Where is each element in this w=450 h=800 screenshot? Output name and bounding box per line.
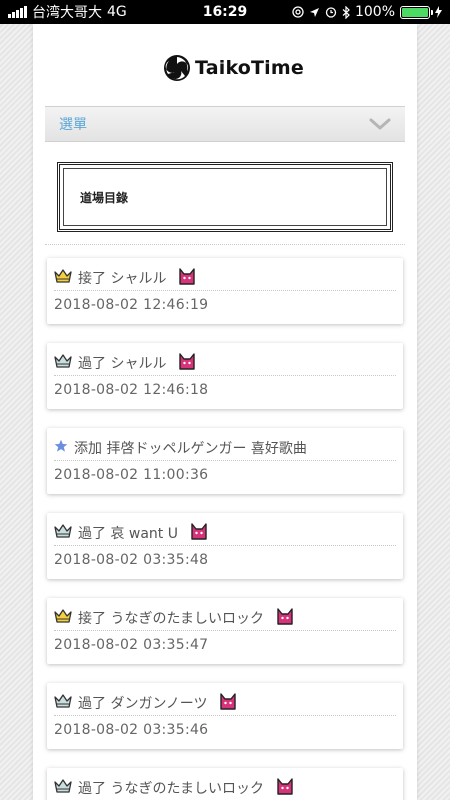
activity-card[interactable]: 接了 うなぎのたましいロック 2018-08-02 03:35:47 <box>47 598 403 664</box>
activity-card[interactable]: 過了 うなぎのたましいロック <box>47 768 403 800</box>
activity-timestamp: 2018-08-02 03:35:47 <box>54 637 209 653</box>
oni-cat-icon <box>276 607 294 629</box>
taikotime-logo[interactable]: TaikoTime <box>163 54 304 82</box>
activity-timestamp: 2018-08-02 03:35:48 <box>54 552 209 568</box>
activity-text: 添加 拝啓ドッペルゲンガー 喜好歌曲 <box>74 440 307 457</box>
activity-header: 過了 哀 want U <box>54 520 396 546</box>
silver-crown-icon <box>54 778 72 798</box>
activity-card[interactable]: 過了 哀 want U 2018-08-02 03:35:48 <box>47 513 403 579</box>
signal-icon <box>8 6 27 18</box>
taiko-drum-icon <box>164 55 190 81</box>
dojo-list-label: 道場目錄 <box>80 190 129 205</box>
activity-card[interactable]: 添加 拝啓ドッペルゲンガー 喜好歌曲 2018-08-02 11:00:36 <box>47 428 403 494</box>
activity-header: 接了 うなぎのたましいロック <box>54 605 396 631</box>
silver-crown-icon <box>54 523 72 543</box>
activity-text: 過了 シャルル <box>78 355 167 372</box>
activity-text: 過了 うなぎのたましいロック <box>78 780 265 797</box>
activity-timestamp: 2018-08-02 12:46:19 <box>54 297 209 313</box>
oni-cat-icon <box>190 522 208 544</box>
bluetooth-icon <box>342 5 350 19</box>
at-sign-icon <box>292 6 304 18</box>
alarm-clock-icon <box>325 7 337 18</box>
silver-crown-icon <box>54 693 72 713</box>
network-type: 4G <box>107 4 127 20</box>
battery-icon <box>400 5 433 19</box>
oni-cat-icon <box>219 692 237 714</box>
oni-cat-icon <box>178 267 196 289</box>
gold-crown-icon <box>54 268 72 288</box>
activity-header: 添加 拝啓ドッペルゲンガー 喜好歌曲 <box>54 435 396 461</box>
gold-crown-icon <box>54 608 72 628</box>
oni-cat-icon <box>276 777 294 799</box>
activity-header: 接了 シャルル <box>54 265 396 291</box>
silver-crown-icon <box>54 353 72 373</box>
activity-header: 過了 ダンガンノーツ <box>54 690 396 716</box>
star-icon <box>54 438 68 457</box>
carrier-name: 台湾大哥大 <box>32 5 102 21</box>
battery-percent: 100% <box>354 4 395 20</box>
activity-header: 過了 うなぎのたましいロック <box>54 775 396 800</box>
oni-cat-icon <box>178 352 196 374</box>
activity-text: 過了 ダンガンノーツ <box>78 695 208 712</box>
status-bar: 台湾大哥大 4G 16:29 100% <box>0 0 450 24</box>
section-divider <box>45 244 405 245</box>
location-arrow-icon <box>309 7 319 17</box>
menu-label: 選單 <box>59 117 87 133</box>
main-page: TaikoTime 選單 道場目錄 接了 シャルル 2018-08-02 12:4… <box>33 24 417 800</box>
activity-header: 過了 シャルル <box>54 350 396 376</box>
logo-text: TaikoTime <box>195 57 304 79</box>
activity-timestamp: 2018-08-02 11:00:36 <box>54 467 209 483</box>
activity-card[interactable]: 接了 シャルル 2018-08-02 12:46:19 <box>47 258 403 324</box>
activity-text: 接了 うなぎのたましいロック <box>78 610 265 627</box>
menu-toggle[interactable]: 選單 <box>45 106 405 142</box>
activity-timestamp: 2018-08-02 12:46:18 <box>54 382 209 398</box>
dojo-list-button[interactable]: 道場目錄 <box>57 162 393 232</box>
activity-text: 接了 シャルル <box>78 270 167 287</box>
activity-card[interactable]: 過了 シャルル 2018-08-02 12:46:18 <box>47 343 403 409</box>
activity-text: 過了 哀 want U <box>78 525 178 542</box>
charging-bolt-icon <box>435 6 442 18</box>
activity-card[interactable]: 過了 ダンガンノーツ 2018-08-02 03:35:46 <box>47 683 403 749</box>
chevron-down-icon <box>369 118 391 130</box>
activity-timestamp: 2018-08-02 03:35:46 <box>54 722 209 738</box>
